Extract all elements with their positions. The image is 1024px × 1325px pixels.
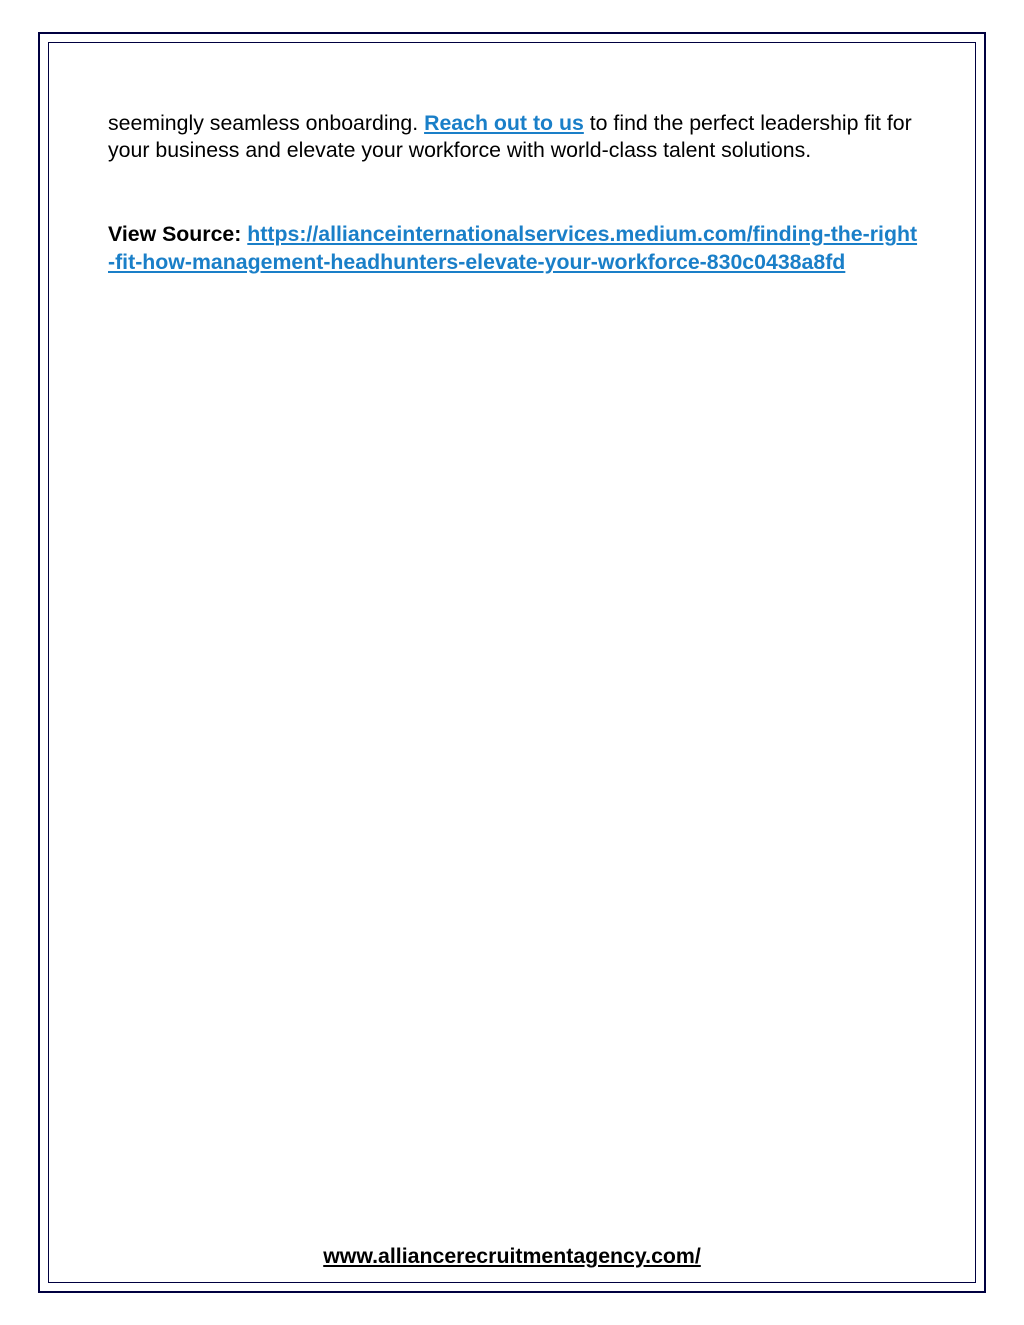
para1-text-before: seemingly seamless onboarding. [108,111,424,135]
document-content: seemingly seamless onboarding. Reach out… [108,110,918,277]
page-footer: www.alliancerecruitmentagency.com/ [0,1244,1024,1269]
footer-link[interactable]: www.alliancerecruitmentagency.com/ [323,1244,701,1268]
reach-out-link[interactable]: Reach out to us [424,111,584,135]
paragraph-onboarding: seemingly seamless onboarding. Reach out… [108,110,918,163]
view-source-label: View Source: [108,222,247,246]
paragraph-source: View Source: https://allianceinternation… [108,221,918,276]
